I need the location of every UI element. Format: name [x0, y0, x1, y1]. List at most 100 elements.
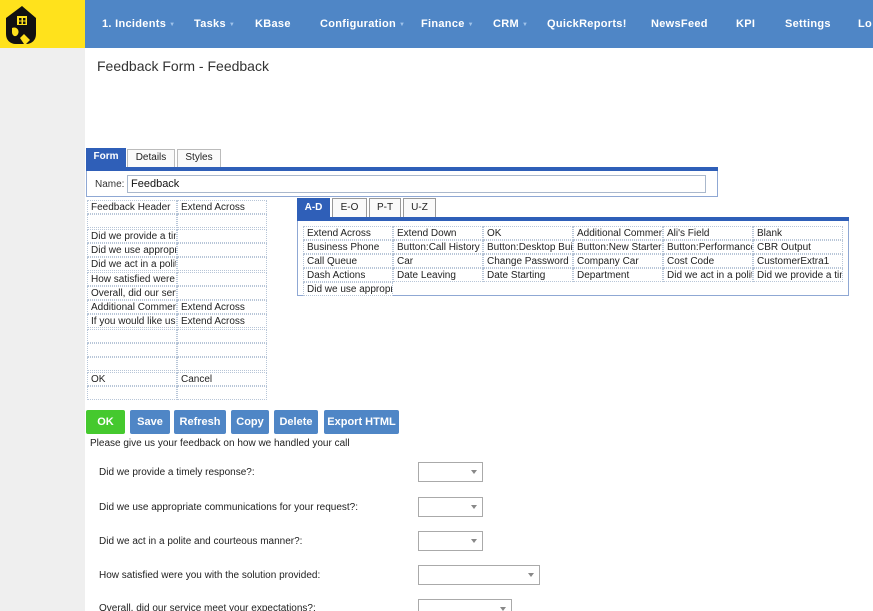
question-select[interactable] — [418, 599, 512, 611]
field-tab-p-t[interactable]: P-T — [369, 198, 401, 217]
field-item[interactable]: Extend Across — [303, 226, 393, 240]
field-item[interactable]: Did we provide a timely — [753, 268, 843, 282]
layout-cell[interactable]: Overall, did our service meet your expec… — [87, 285, 177, 300]
question-select[interactable] — [418, 531, 483, 551]
layout-cell[interactable] — [87, 328, 177, 343]
field-item[interactable]: CustomerExtra1 — [753, 254, 843, 268]
field-item[interactable]: OK — [483, 226, 573, 240]
layout-cell[interactable] — [177, 343, 267, 357]
layout-cell[interactable]: Extend Across — [177, 300, 267, 315]
dropdown-arrow-icon — [500, 607, 506, 611]
layout-cell[interactable]: Did we use appropriate communications fo… — [87, 242, 177, 257]
delete-button[interactable]: Delete — [274, 410, 318, 434]
field-item[interactable]: Date Starting — [483, 268, 573, 282]
field-item[interactable]: Button:New Starter — [573, 240, 663, 254]
chevron-down-icon: ▼ — [399, 22, 406, 28]
house-figure-logo-icon — [6, 6, 36, 44]
layout-cell[interactable] — [177, 357, 267, 372]
field-item[interactable]: Blank — [753, 226, 843, 240]
question-label: Did we use appropriate communications fo… — [99, 502, 359, 513]
chevron-down-icon: ▼ — [228, 22, 236, 28]
layout-cell[interactable] — [177, 214, 267, 229]
tab-styles[interactable]: Styles — [177, 149, 221, 167]
export-html-button[interactable]: Export HTML — [324, 410, 399, 434]
logo[interactable] — [0, 0, 85, 48]
chevron-down-icon: ▼ — [521, 22, 529, 28]
field-item[interactable]: Company Car — [573, 254, 663, 268]
layout-cell[interactable] — [177, 257, 267, 272]
field-item[interactable]: Car — [393, 254, 483, 268]
chevron-down-icon: ▼ — [467, 22, 474, 28]
field-item[interactable]: Cost Code — [663, 254, 753, 268]
field-item[interactable]: Button:Desktop Builder — [483, 240, 573, 254]
form-intro-text: Please give us your feedback on how we h… — [90, 438, 350, 449]
nav-finance[interactable]: Finance ▼ — [421, 0, 474, 48]
field-tab-u-z[interactable]: U-Z — [403, 198, 436, 217]
field-item[interactable]: Business Phone — [303, 240, 393, 254]
field-item[interactable]: Call Queue — [303, 254, 393, 268]
layout-cell[interactable]: If you would like us to contact you — [87, 314, 177, 329]
field-item[interactable]: Dash Actions — [303, 268, 393, 282]
nav-logout[interactable]: Lo — [858, 0, 872, 48]
tab-details[interactable]: Details — [127, 149, 175, 167]
layout-cell[interactable] — [87, 385, 177, 400]
layout-cell[interactable]: Extend Across — [177, 200, 267, 214]
copy-button[interactable]: Copy — [231, 410, 269, 434]
nav-newsfeed[interactable]: NewsFeed — [651, 0, 708, 48]
dropdown-arrow-icon — [471, 505, 477, 509]
save-button[interactable]: Save — [130, 410, 170, 434]
nav-kbase[interactable]: KBase — [255, 0, 291, 48]
name-input[interactable] — [127, 175, 706, 193]
app-window: 1. Incidents ▼ Tasks ▼ KBase Configuration… — [0, 0, 873, 611]
field-item[interactable]: Change Password — [483, 254, 573, 268]
layout-cell[interactable]: Extend Across — [177, 314, 267, 329]
nav-kpi[interactable]: KPI — [736, 0, 755, 48]
chevron-down-icon: ▼ — [169, 22, 176, 28]
layout-cell[interactable] — [177, 228, 267, 243]
question-label: Overall, did our service meet your expec… — [99, 603, 316, 611]
layout-cell[interactable] — [87, 357, 177, 372]
left-sidebar — [0, 48, 85, 611]
field-tab-e-o[interactable]: E-O — [332, 198, 367, 217]
layout-cell[interactable]: How satisfied were you with the solution… — [87, 271, 177, 286]
question-label: How satisfied were you with the solution… — [99, 570, 321, 581]
refresh-button[interactable]: Refresh — [174, 410, 226, 434]
field-item[interactable]: Extend Down — [393, 226, 483, 240]
layout-cell[interactable] — [87, 343, 177, 357]
layout-cell[interactable] — [177, 285, 267, 300]
field-item[interactable]: Button:Performance — [663, 240, 753, 254]
layout-cell[interactable] — [177, 271, 267, 286]
nav-incidents[interactable]: 1. Incidents ▼ — [102, 0, 175, 48]
field-item[interactable]: CBR Output — [753, 240, 843, 254]
field-item[interactable]: Department — [573, 268, 663, 282]
field-item[interactable]: Additional Comments — [573, 226, 663, 240]
layout-cell[interactable] — [177, 242, 267, 257]
ok-button[interactable]: OK — [86, 410, 125, 434]
field-item[interactable]: Button:Call History — [393, 240, 483, 254]
question-select[interactable] — [418, 497, 483, 517]
layout-cell[interactable]: Did we act in a polite and courteous man… — [87, 257, 177, 272]
layout-cell[interactable] — [87, 214, 177, 229]
field-item[interactable]: Date Leaving — [393, 268, 483, 282]
field-item[interactable]: Ali's Field — [663, 226, 753, 240]
layout-cell[interactable] — [177, 328, 267, 343]
question-select[interactable] — [418, 462, 483, 482]
question-select[interactable] — [418, 565, 540, 585]
layout-cell[interactable]: Cancel — [177, 371, 267, 386]
dropdown-arrow-icon — [528, 573, 534, 577]
nav-settings[interactable]: Settings — [785, 0, 831, 48]
field-item[interactable]: Did we use appropriate — [303, 282, 393, 296]
field-tab-a-d[interactable]: A-D — [297, 198, 330, 217]
layout-cell[interactable] — [177, 385, 267, 400]
layout-cell[interactable]: OK — [87, 371, 177, 386]
nav-tasks[interactable]: Tasks ▼ — [194, 0, 235, 48]
tab-form[interactable]: Form — [86, 148, 126, 167]
layout-cell[interactable]: Did we provide a timely response? — [87, 228, 177, 243]
nav-crm[interactable]: CRM ▼ — [493, 0, 528, 48]
question-label: Did we act in a polite and courteous man… — [99, 536, 303, 547]
nav-configuration[interactable]: Configuration ▼ — [320, 0, 405, 48]
layout-cell[interactable]: Feedback Header — [87, 200, 177, 214]
layout-cell[interactable]: Additional Comments — [87, 300, 177, 315]
field-item[interactable]: Did we act in a polite — [663, 268, 753, 282]
nav-quickreports[interactable]: QuickReports! — [547, 0, 627, 48]
